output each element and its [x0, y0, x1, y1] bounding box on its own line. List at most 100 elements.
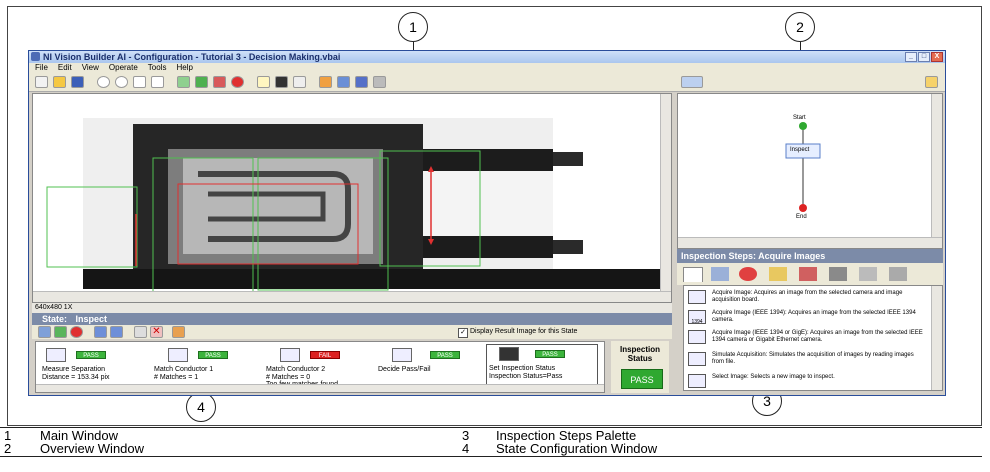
zoom-actual-icon[interactable]	[151, 76, 164, 88]
caliper-icon	[46, 348, 66, 362]
start-node[interactable]	[799, 122, 807, 130]
simulate-acquisition-icon	[688, 352, 706, 366]
zoom-in-icon[interactable]	[97, 76, 110, 88]
title-bar: NI Vision Builder AI - Configuration - T…	[29, 51, 945, 63]
legend-number: 2	[4, 441, 12, 456]
tab-use-additional-tools-icon[interactable]	[859, 267, 877, 281]
overview-horizontal-scrollbar[interactable]	[678, 237, 942, 248]
open-folder-icon[interactable]	[53, 76, 66, 88]
pattern-match-icon	[168, 348, 188, 362]
end-label: End	[796, 214, 807, 220]
step-status-badge: FAIL	[310, 351, 340, 359]
save-icon[interactable]	[71, 76, 84, 88]
step-name: Match Conductor 1	[154, 366, 214, 373]
palette-item-text: Simulate Acquisition: Simulates the acqu…	[712, 352, 914, 365]
main-window	[32, 93, 672, 303]
display-result-checkbox[interactable]: ✓	[458, 328, 468, 338]
state-label: State:	[42, 314, 68, 324]
state-configuration-window: PASS Measure Separation Distance = 153.3…	[35, 341, 605, 393]
zoom-fit-icon[interactable]	[133, 76, 146, 88]
tab-locate-features-icon[interactable]	[739, 267, 757, 281]
step-into-icon[interactable]	[293, 76, 306, 88]
pattern-match-icon	[280, 348, 300, 362]
menu-tools[interactable]: Tools	[148, 63, 167, 73]
close-button[interactable]: X	[931, 52, 943, 62]
step-match-conductor-2[interactable]: FAIL Match Conductor 2 # Matches = 0 Too…	[266, 346, 370, 388]
state-toolbar: ✕ ✓ Display Result Image for this State	[32, 325, 672, 339]
inspection-steps-palette: Acquire Image: Acquires an image from th…	[683, 285, 943, 391]
menu-bar: File Edit View Operate Tools Help	[29, 63, 945, 73]
menu-file[interactable]: File	[35, 63, 48, 73]
overview-window: Start Inspect End	[677, 93, 943, 249]
main-vertical-scrollbar[interactable]	[660, 94, 671, 292]
step-measure-separation[interactable]: PASS Measure Separation Distance = 153.3…	[42, 346, 146, 386]
idea-icon[interactable]	[257, 76, 270, 88]
legend-label: Overview Window	[40, 441, 145, 456]
run-state-icon[interactable]	[54, 326, 67, 338]
inspect-label: Inspect	[790, 147, 810, 153]
step-status-badge: PASS	[198, 351, 228, 359]
tab-acquire-images-icon[interactable]	[683, 267, 703, 282]
inspection-status-indicator: PASS	[621, 369, 663, 389]
legend-label: State Configuration Window	[496, 441, 658, 456]
delete-step-icon[interactable]: ✕	[150, 326, 163, 338]
step-detail: # Matches = 1	[154, 374, 199, 381]
run-loop-icon[interactable]	[195, 76, 208, 88]
app-window: NI Vision Builder AI - Configuration - T…	[28, 50, 946, 396]
next-image-icon[interactable]	[355, 76, 368, 88]
run-step-icon[interactable]	[177, 76, 190, 88]
step-status-badge: PASS	[535, 350, 565, 358]
menu-operate[interactable]: Operate	[109, 63, 138, 73]
step-set-inspection-status[interactable]: PASS Set Inspection Status Inspection St…	[486, 344, 598, 388]
inspection-status-label: Inspection Status	[619, 345, 660, 363]
end-node[interactable]	[799, 204, 807, 212]
copy-step-icon[interactable]	[134, 326, 147, 338]
move-right-icon[interactable]	[110, 326, 123, 338]
new-icon[interactable]	[35, 76, 48, 88]
traffic-light-icon	[499, 347, 519, 361]
run-until-fail-icon[interactable]	[213, 76, 226, 88]
palette-item-text: Acquire Image (IEEE 1394): Acquires an i…	[712, 310, 916, 323]
stop-icon[interactable]	[231, 76, 244, 88]
inspection-image	[33, 94, 661, 292]
main-horizontal-scrollbar[interactable]	[33, 291, 671, 302]
window-title: NI Vision Builder AI - Configuration - T…	[43, 52, 341, 62]
zoom-out-icon[interactable]	[115, 76, 128, 88]
help-icon[interactable]	[925, 76, 938, 88]
ieee1394-camera-icon: 1394	[688, 310, 706, 325]
menu-help[interactable]: Help	[176, 63, 192, 73]
prev-image-icon[interactable]	[319, 76, 332, 88]
step-status-badge: PASS	[76, 351, 106, 359]
palette-vertical-scrollbar[interactable]	[931, 286, 942, 390]
move-left-icon[interactable]	[94, 326, 107, 338]
tab-identify-parts-icon[interactable]	[829, 267, 847, 281]
step-decide-pass-fail[interactable]: PASS Decide Pass/Fail	[378, 346, 482, 386]
state-horizontal-scrollbar[interactable]	[36, 384, 604, 392]
decision-icon	[392, 348, 412, 362]
stop-state-icon[interactable]	[70, 326, 83, 338]
inspection-status-panel: Inspection Status PASS	[611, 341, 669, 393]
overview-layout-icon[interactable]	[681, 76, 703, 88]
tab-check-presence-icon[interactable]	[799, 267, 817, 281]
tab-measure-features-icon[interactable]	[769, 267, 787, 281]
display-result-label: Display Result Image for this State	[470, 328, 578, 335]
browse-images-icon[interactable]	[373, 76, 386, 88]
palette-item-text: Select Image: Selects a new image to ins…	[712, 374, 835, 380]
tab-enhance-images-icon[interactable]	[711, 267, 729, 281]
step-match-conductor-1[interactable]: PASS Match Conductor 1 # Matches = 1	[154, 346, 258, 386]
image-icon[interactable]	[337, 76, 350, 88]
step-name: Measure Separation	[42, 366, 106, 373]
maximize-button[interactable]: □	[918, 52, 930, 62]
state-settings-icon[interactable]	[172, 326, 185, 338]
minimize-button[interactable]: _	[905, 52, 917, 62]
pause-icon[interactable]	[275, 76, 288, 88]
toolbar	[29, 73, 945, 92]
tab-communicate-icon[interactable]	[889, 267, 907, 281]
palette-title: Inspection Steps: Acquire Images	[677, 249, 943, 263]
overview-vertical-scrollbar[interactable]	[931, 94, 942, 238]
add-step-icon[interactable]	[38, 326, 51, 338]
callout-2: 2	[785, 12, 815, 42]
menu-view[interactable]: View	[82, 63, 99, 73]
palette-item-text: Acquire Image: Acquires an image from th…	[712, 290, 903, 303]
menu-edit[interactable]: Edit	[58, 63, 72, 73]
